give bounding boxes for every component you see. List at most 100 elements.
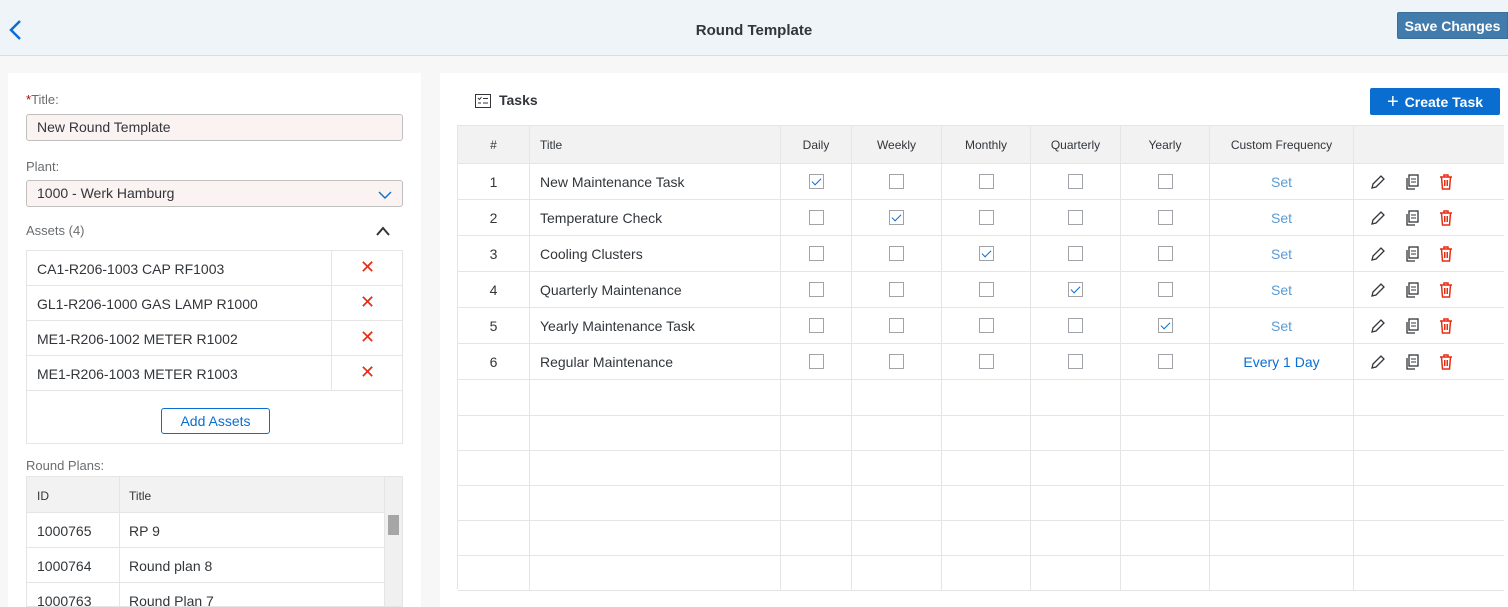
custom-frequency-link[interactable]: Every 1 Day [1243,354,1319,370]
create-task-button[interactable]: + Create Task [1370,88,1500,115]
title-input[interactable]: New Round Template [26,114,403,141]
weekly-checkbox[interactable] [889,318,904,333]
remove-asset-icon[interactable]: ✕ [360,292,375,313]
custom-frequency-link[interactable]: Set [1271,210,1292,226]
monthly-checkbox[interactable] [978,210,994,225]
asset-name: ME1-R206-1003 METER R1003 [37,366,238,382]
table-row[interactable]: 1000764 Round plan 8 [27,548,384,583]
weekly-checkbox[interactable] [889,354,904,369]
pencil-icon[interactable] [1368,244,1388,264]
daily-checkbox[interactable] [808,354,824,369]
custom-frequency-link[interactable]: Set [1271,282,1292,298]
weekly-checkbox[interactable] [889,174,904,189]
trash-icon[interactable] [1436,352,1456,372]
monthly-checkbox[interactable] [978,174,994,189]
daily-checkbox[interactable] [808,210,824,225]
task-number: 3 [458,236,530,271]
custom-frequency-link[interactable]: Set [1271,174,1292,190]
remove-asset-icon[interactable]: ✕ [360,327,375,348]
remove-asset-icon[interactable]: ✕ [360,257,375,278]
pencil-icon[interactable] [1368,280,1388,300]
daily-checkbox[interactable] [808,246,824,261]
quarterly-checkbox[interactable] [1068,354,1083,369]
trash-icon[interactable] [1436,172,1456,192]
plant-select[interactable]: 1000 - Werk Hamburg [26,180,403,207]
column-header: Quarterly [1031,126,1121,163]
yearly-checkbox[interactable] [1157,174,1173,189]
chevron-up-icon[interactable] [375,225,391,237]
task-title: Regular Maintenance [530,344,781,379]
yearly-checkbox[interactable] [1157,210,1173,225]
add-assets-button[interactable]: Add Assets [161,408,270,434]
round-plans-table: ID Title 1000765 RP 9 1000764 Round plan… [26,476,403,607]
copy-icon[interactable] [1402,208,1422,228]
monthly-checkbox[interactable] [978,246,994,261]
quarterly-checkbox[interactable] [1068,282,1083,297]
trash-icon[interactable] [1436,280,1456,300]
copy-icon[interactable] [1402,316,1422,336]
empty-table-row [458,450,1504,486]
column-header: Monthly [942,126,1031,163]
trash-icon[interactable] [1436,208,1456,228]
plus-icon: + [1386,90,1399,113]
plant-label: Plant: [26,159,60,174]
assets-label: Assets (4) [26,223,85,238]
weekly-checkbox[interactable] [889,282,904,297]
plan-id: 1000765 [37,523,92,539]
copy-icon[interactable] [1402,172,1422,192]
copy-icon[interactable] [1402,244,1422,264]
column-header: Weekly [852,126,942,163]
table-row: 4 Quarterly Maintenance Set [458,272,1504,308]
task-title: Quarterly Maintenance [530,272,781,307]
quarterly-checkbox[interactable] [1068,174,1083,189]
empty-table-row [458,520,1504,556]
round-plans-label: Round Plans: [26,458,105,473]
page-header: Round Template Save Changes [0,0,1508,56]
quarterly-checkbox[interactable] [1068,318,1083,333]
pencil-icon[interactable] [1368,316,1388,336]
monthly-checkbox[interactable] [978,282,994,297]
pencil-icon[interactable] [1368,208,1388,228]
daily-checkbox[interactable] [808,282,824,297]
column-header: Yearly [1121,126,1210,163]
pencil-icon[interactable] [1368,352,1388,372]
tasks-table: # Title Daily Weekly Monthly Quarterly Yearly C… [457,125,1504,591]
column-header: Daily [781,126,852,163]
task-number: 5 [458,308,530,343]
yearly-checkbox[interactable] [1157,246,1173,261]
custom-frequency-link[interactable]: Set [1271,318,1292,334]
monthly-checkbox[interactable] [978,354,994,369]
table-row[interactable]: 1000763 Round Plan 7 [27,583,384,607]
weekly-checkbox[interactable] [889,210,904,225]
yearly-checkbox[interactable] [1157,354,1173,369]
trash-icon[interactable] [1436,316,1456,336]
scrollbar-thumb[interactable] [388,515,399,535]
checklist-icon [475,94,491,108]
quarterly-checkbox[interactable] [1068,246,1083,261]
custom-frequency-link[interactable]: Set [1271,246,1292,262]
empty-table-row [458,415,1504,451]
scrollbar[interactable] [384,477,402,606]
daily-checkbox[interactable] [808,174,824,189]
table-row: 1 New Maintenance Task Set [458,164,1504,200]
copy-icon[interactable] [1402,352,1422,372]
plan-id: 1000763 [37,593,92,607]
quarterly-checkbox[interactable] [1068,210,1083,225]
save-changes-button[interactable]: Save Changes [1397,12,1508,39]
daily-checkbox[interactable] [808,318,824,333]
trash-icon[interactable] [1436,244,1456,264]
yearly-checkbox[interactable] [1157,282,1173,297]
chevron-down-icon[interactable] [378,190,392,200]
empty-table-row [458,485,1504,521]
pencil-icon[interactable] [1368,172,1388,192]
weekly-checkbox[interactable] [889,246,904,261]
plan-title: RP 9 [129,523,160,539]
monthly-checkbox[interactable] [978,318,994,333]
remove-asset-icon[interactable]: ✕ [360,362,375,383]
table-row[interactable]: 1000765 RP 9 [27,513,384,548]
asset-row: CA1-R206-1003 CAP RF1003 ✕ [27,251,402,286]
tasks-panel: Tasks + Create Task # Title Daily Weekly Mon… [440,73,1508,607]
yearly-checkbox[interactable] [1157,318,1173,333]
task-number: 2 [458,200,530,235]
copy-icon[interactable] [1402,280,1422,300]
